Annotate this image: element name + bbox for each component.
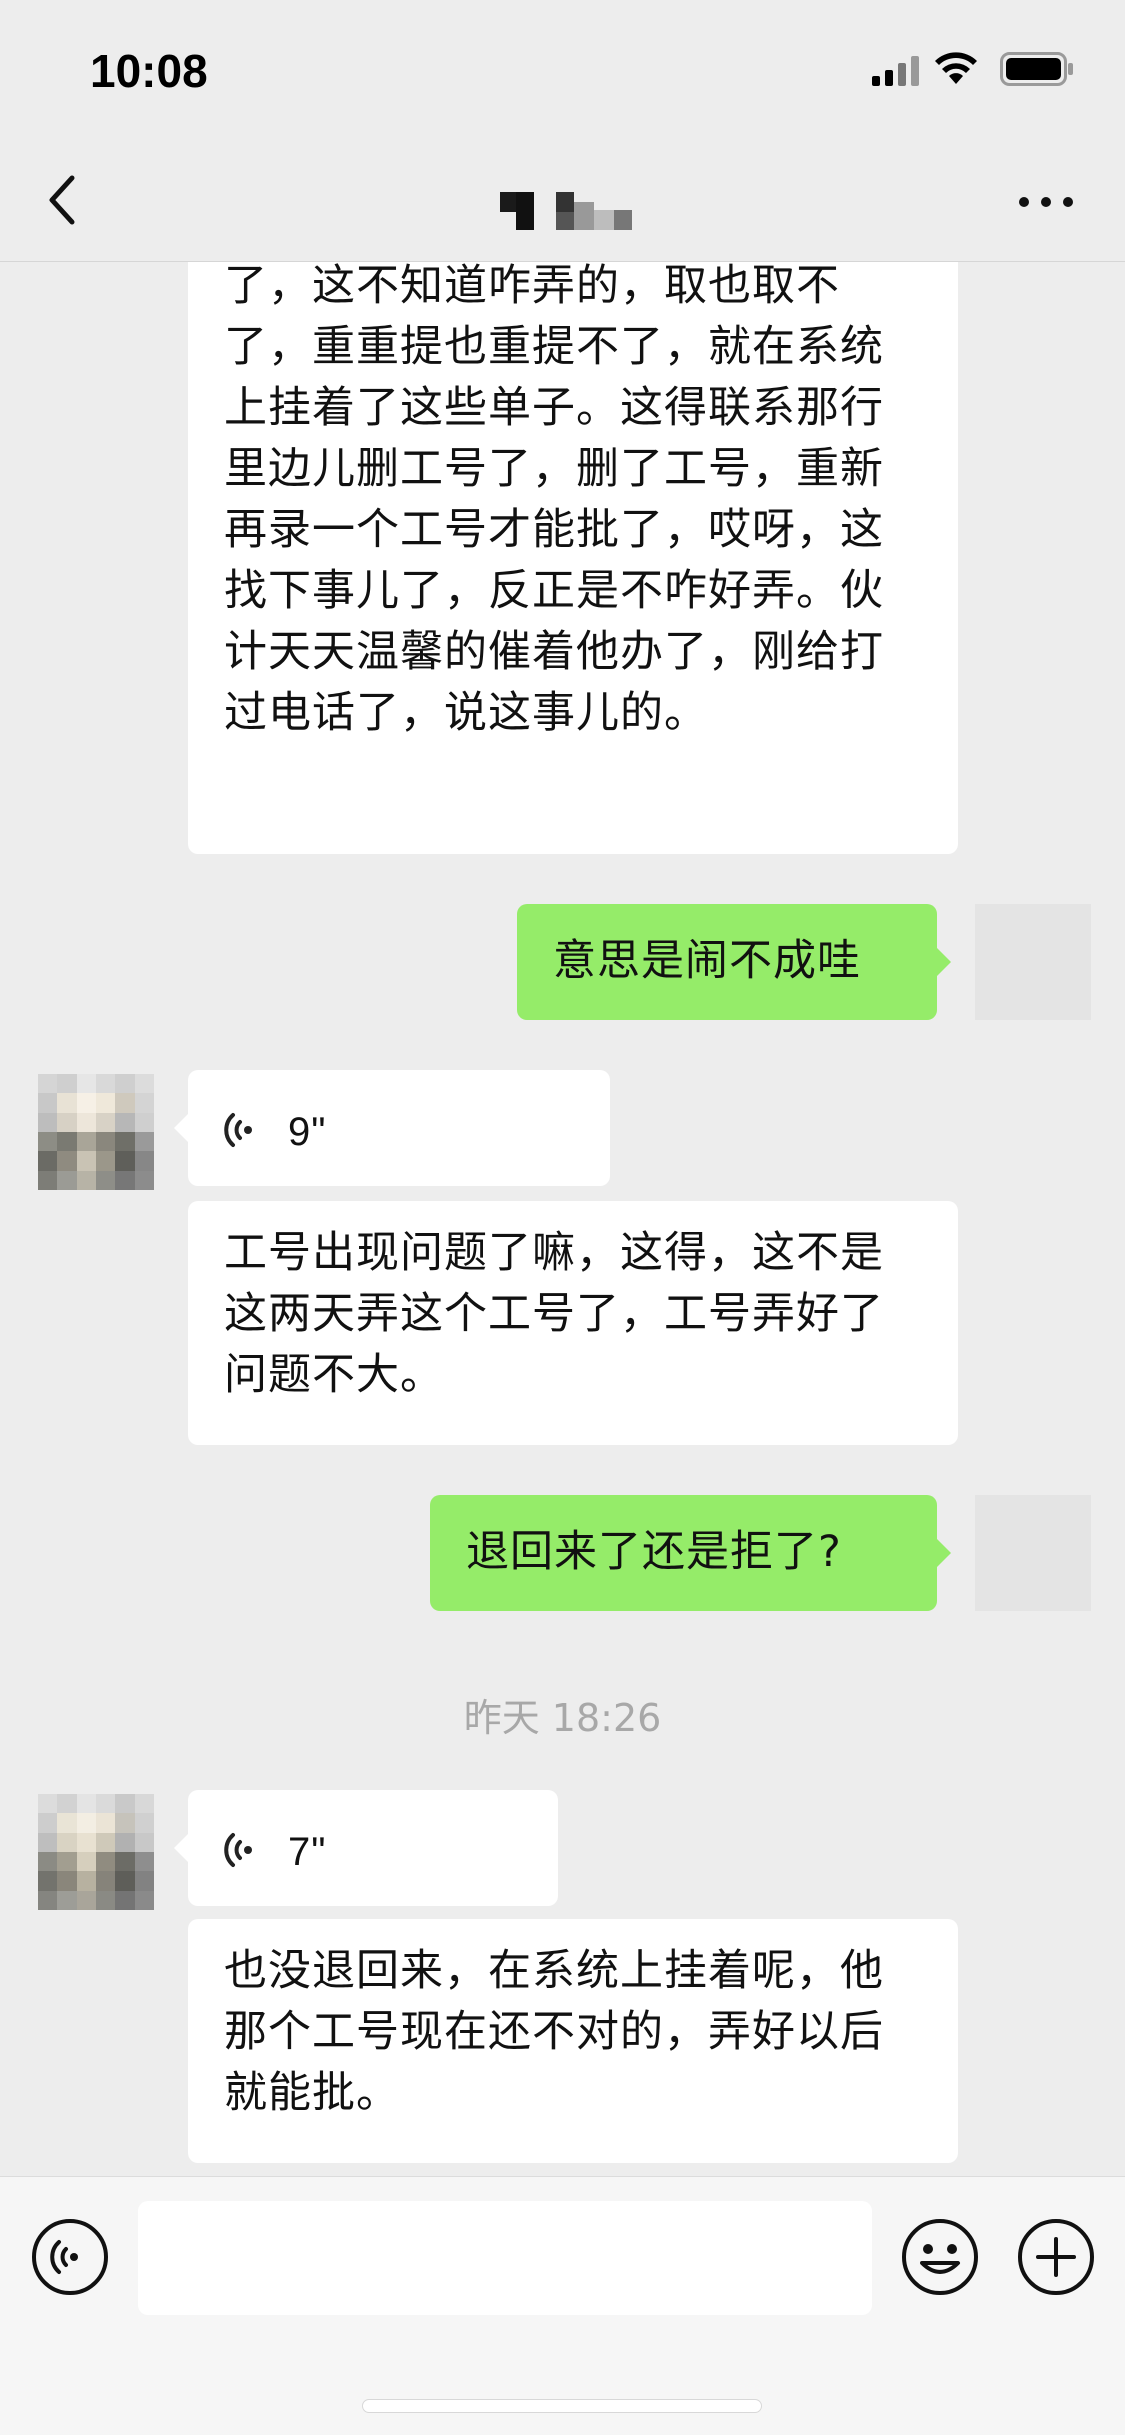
voice-duration: 7" <box>288 1830 327 1874</box>
self-avatar[interactable] <box>975 904 1091 1020</box>
message-text: 退回来了还是拒了? <box>466 1527 842 1577</box>
back-arrow-icon[interactable] <box>44 170 84 230</box>
message-input[interactable] <box>138 2201 872 2315</box>
home-indicator[interactable] <box>362 2399 762 2413</box>
more-options-icon[interactable] <box>1016 192 1076 212</box>
incoming-text-bubble[interactable]: 也没退回来，在系统上挂着呢，他那个工号现在还不对的，弄好以后就能批。 <box>188 1919 958 2163</box>
chat-message-list[interactable]: 了，这不知道咋弄的，取也取不了，重重提也重提不了，就在系统上挂着了这些单子。这得… <box>0 262 1125 2176</box>
chat-header <box>0 140 1125 262</box>
voice-duration: 9" <box>288 1110 327 1154</box>
incoming-voice-bubble[interactable]: 9" <box>174 1070 610 1186</box>
message-text: 意思是闹不成哇 <box>553 936 861 986</box>
outgoing-text-bubble[interactable]: 退回来了还是拒了? <box>430 1495 951 1611</box>
emoji-icon[interactable] <box>900 2217 980 2297</box>
plus-icon[interactable] <box>1016 2217 1096 2297</box>
incoming-voice-bubble[interactable]: 7" <box>174 1790 558 1906</box>
cellular-signal-icon <box>872 56 919 86</box>
chat-input-bar <box>0 2176 1125 2435</box>
status-bar: 10:08 <box>0 0 1125 140</box>
message-text: 也没退回来，在系统上挂着呢，他那个工号现在还不对的，弄好以后就能批。 <box>224 1946 884 2118</box>
contact-name-redacted <box>498 188 638 230</box>
voice-playback-icon <box>224 1113 252 1147</box>
outgoing-text-bubble[interactable]: 意思是闹不成哇 <box>517 904 951 1020</box>
voice-playback-icon <box>224 1833 252 1867</box>
wifi-icon <box>935 52 977 84</box>
message-timestamp: 昨天 18:26 <box>463 1696 662 1740</box>
battery-icon <box>1000 52 1073 86</box>
contact-avatar[interactable] <box>38 1074 154 1190</box>
voice-input-icon[interactable] <box>30 2217 110 2297</box>
incoming-text-bubble[interactable]: 工号出现问题了嘛，这得，这不是这两天弄这个工号了，工号弄好了问题不大。 <box>188 1201 958 1445</box>
message-text: 工号出现问题了嘛，这得，这不是这两天弄这个工号了，工号弄好了问题不大。 <box>224 1228 884 1400</box>
message-text: 了，这不知道咋弄的，取也取不了，重重提也重提不了，就在系统上挂着了这些单子。这得… <box>224 262 884 738</box>
self-avatar[interactable] <box>975 1495 1091 1611</box>
contact-avatar[interactable] <box>38 1794 154 1910</box>
incoming-text-bubble[interactable]: 了，这不知道咋弄的，取也取不了，重重提也重提不了，就在系统上挂着了这些单子。这得… <box>188 262 958 854</box>
status-time: 10:08 <box>90 45 208 97</box>
